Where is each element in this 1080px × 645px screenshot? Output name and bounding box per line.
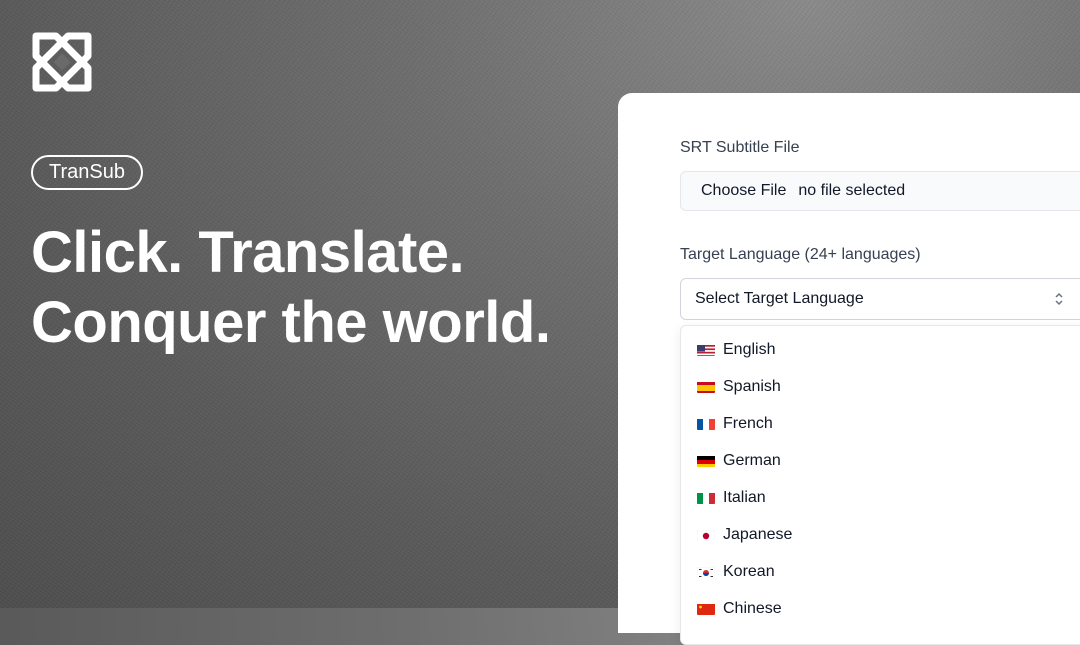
- language-option-italian[interactable]: Italian: [697, 486, 766, 510]
- language-option-korean[interactable]: Korean: [697, 560, 775, 584]
- language-option-chinese[interactable]: Chinese: [697, 597, 782, 621]
- cn-flag-icon: [697, 603, 715, 615]
- language-option-label: Italian: [723, 489, 766, 506]
- transub-logo-icon: [32, 32, 92, 92]
- language-option-french[interactable]: French: [697, 412, 773, 436]
- select-value: Select Target Language: [695, 290, 864, 307]
- language-option-german[interactable]: German: [697, 449, 781, 473]
- hero-headline: Click. Translate. Conquer the world.: [31, 218, 551, 358]
- jp-flag-icon: [697, 529, 715, 541]
- translate-form-panel: SRT Subtitle File Choose File no file se…: [618, 93, 1080, 645]
- file-status-text: no file selected: [798, 182, 906, 199]
- hero-line-1: Click. Translate.: [31, 220, 465, 285]
- it-flag-icon: [697, 492, 715, 504]
- language-option-english[interactable]: English: [697, 338, 775, 362]
- language-option-label: German: [723, 452, 781, 469]
- language-dropdown: English Spanish French German Italian Ja…: [680, 325, 1080, 645]
- brand-badge: TranSub: [31, 155, 143, 190]
- language-option-label: Korean: [723, 563, 775, 580]
- language-label: Target Language (24+ languages): [680, 246, 921, 263]
- language-option-label: Chinese: [723, 600, 782, 617]
- language-option-label: Spanish: [723, 378, 781, 395]
- file-label: SRT Subtitle File: [680, 139, 800, 156]
- fr-flag-icon: [697, 418, 715, 430]
- language-option-spanish[interactable]: Spanish: [697, 375, 781, 399]
- choose-file-button[interactable]: Choose File: [701, 182, 786, 200]
- us-flag-icon: [697, 344, 715, 356]
- es-flag-icon: [697, 381, 715, 393]
- language-option-label: English: [723, 341, 776, 358]
- target-language-select[interactable]: Select Target Language: [680, 278, 1080, 320]
- language-option-label: French: [723, 415, 773, 432]
- de-flag-icon: [697, 455, 715, 467]
- chevron-up-down-icon: [1055, 292, 1063, 306]
- language-option-label: Japanese: [723, 526, 793, 543]
- kr-flag-icon: [697, 566, 715, 578]
- srt-file-input[interactable]: Choose File no file selected: [680, 171, 1080, 211]
- language-option-japanese[interactable]: Japanese: [697, 523, 792, 547]
- hero-line-2: Conquer the world.: [31, 290, 551, 355]
